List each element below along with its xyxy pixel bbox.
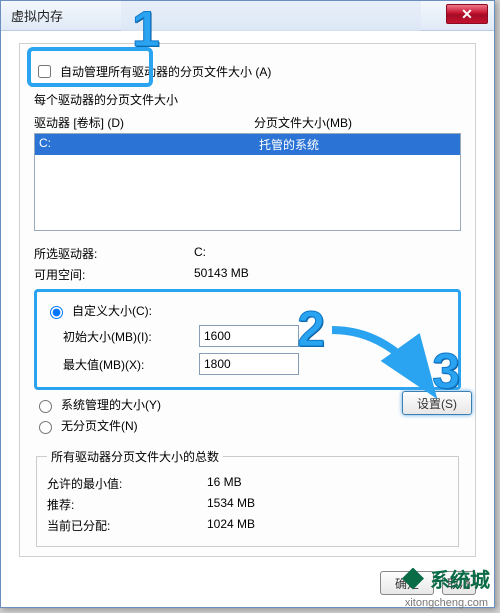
system-managed-radio[interactable] [39,400,52,413]
custom-size-radio[interactable] [50,306,63,319]
size-options-group: 自定义大小(C): 初始大小(MB)(I): 最大值(MB)(X): [34,289,461,390]
virtual-memory-dialog: 虚拟内存 ✕ 自动管理所有驱动器的分页文件大小 (A) 每个驱动器的分页文件大小… [0,0,495,608]
initial-size-input[interactable] [199,325,299,347]
auto-manage-label: 自动管理所有驱动器的分页文件大小 (A) [60,63,271,80]
watermark-url: xitongcheng.com [405,597,488,609]
header-drive: 驱动器 [卷标] (D) [34,114,254,131]
close-icon: ✕ [461,6,473,22]
drive-row-drive: C: [39,136,259,153]
custom-size-radio-row: 自定义大小(C): [45,302,450,319]
annotation-number-2: 2 [297,300,325,358]
no-paging-label: 无分页文件(N) [61,417,138,434]
available-space-row: 可用空间: 50143 MB [34,266,461,283]
available-space-value: 50143 MB [194,266,249,283]
watermark-logo-icon [402,568,424,590]
initial-size-row: 初始大小(MB)(I): [45,325,450,347]
min-value: 16 MB [207,475,242,492]
drive-row-paging: 托管的系统 [259,136,319,153]
drive-list-headers: 驱动器 [卷标] (D) 分页文件大小(MB) [34,114,461,131]
auto-manage-checkbox[interactable] [38,65,51,78]
no-paging-radio[interactable] [39,421,52,434]
system-managed-label: 系统管理的大小(Y) [61,396,161,413]
initial-size-label: 初始大小(MB)(I): [45,328,185,345]
titlebar[interactable]: 虚拟内存 ✕ [1,1,494,31]
annotation-number-3: 3 [432,342,460,400]
max-size-input[interactable] [199,353,299,375]
cur-value: 1024 MB [207,517,255,534]
cur-label: 当前已分配: [47,517,207,534]
custom-size-label: 自定义大小(C): [72,302,152,319]
max-size-row: 最大值(MB)(X): [45,353,450,375]
system-managed-radio-row: 系统管理的大小(Y) [34,396,461,413]
totals-group: 所有驱动器分页文件大小的总数 允许的最小值:16 MB 推荐:1534 MB 当… [36,448,459,547]
totals-title: 所有驱动器分页文件大小的总数 [47,448,223,465]
selected-drive-row: 所选驱动器: C: [34,245,461,262]
watermark-text: 系统城 [430,564,490,593]
blur-overlay [121,1,421,31]
header-paging: 分页文件大小(MB) [254,114,352,131]
max-size-label: 最大值(MB)(X): [45,356,185,373]
no-paging-radio-row: 无分页文件(N) [34,417,461,434]
rec-value: 1534 MB [207,496,255,513]
drive-row-selected[interactable]: C: 托管的系统 [35,134,460,155]
selected-drive-label: 所选驱动器: [34,245,194,262]
close-button[interactable]: ✕ [446,4,488,24]
auto-manage-row: 自动管理所有驱动器的分页文件大小 (A) [34,62,271,81]
drive-list[interactable]: C: 托管的系统 [34,133,461,231]
watermark: 系统城 [402,564,490,593]
dialog-content: 自动管理所有驱动器的分页文件大小 (A) 每个驱动器的分页文件大小 驱动器 [卷… [19,43,476,557]
available-space-label: 可用空间: [34,266,194,283]
selected-drive-value: C: [194,245,206,262]
annotation-number-1: 1 [132,0,160,58]
rec-label: 推荐: [47,496,207,513]
min-label: 允许的最小值: [47,475,207,492]
per-drive-section-label: 每个驱动器的分页文件大小 [34,91,461,108]
window-title: 虚拟内存 [11,6,63,25]
